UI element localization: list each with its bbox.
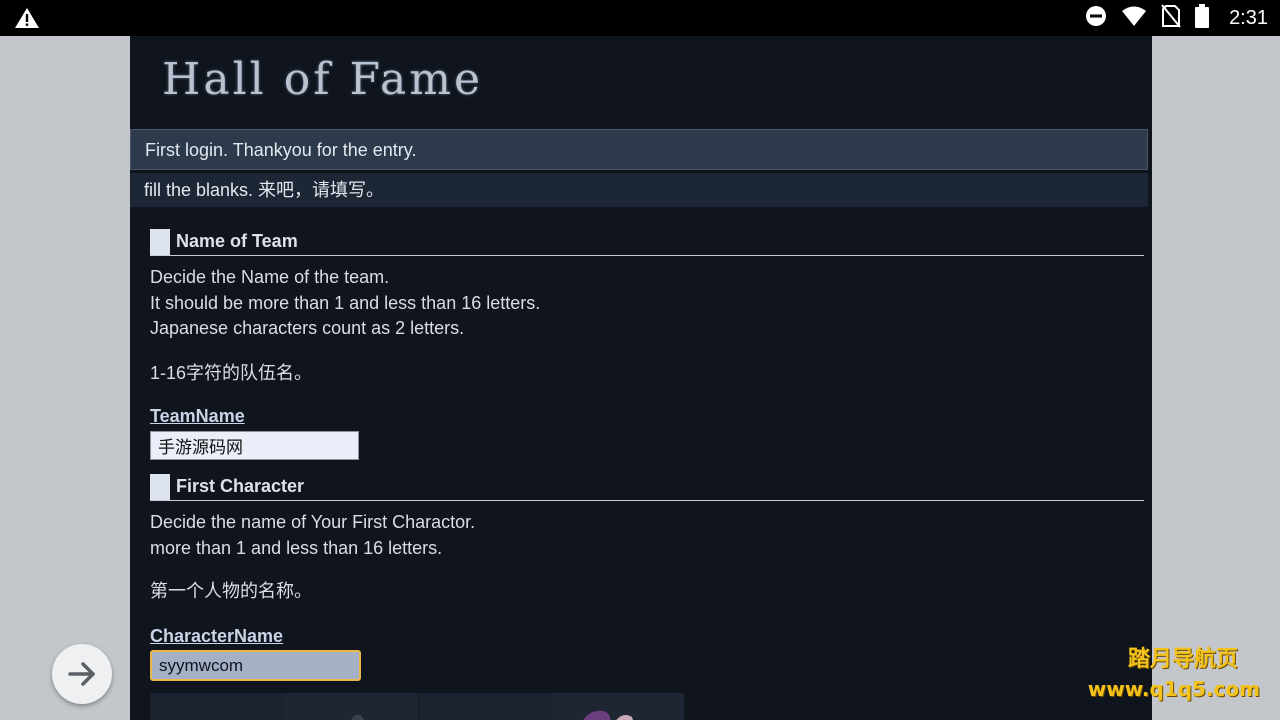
team-note-cn: 1-16字符的队伍名。 (150, 363, 313, 383)
fill-blanks-message: fill the blanks. 来吧，请填写。 (130, 173, 1148, 207)
portrait-tile[interactable] (552, 693, 684, 720)
hall-of-fame-logo: Hall of Fame (162, 54, 484, 105)
team-instruction-line: Decide the Name of the team. (150, 267, 390, 287)
no-sim-icon (1161, 4, 1181, 32)
portrait-tile[interactable] (150, 693, 285, 720)
character-instruction-line: Decide the name of Your First Charactor. (150, 512, 476, 532)
team-section-header: Name of Team (150, 229, 1144, 256)
status-bar: 2:31 (0, 0, 1280, 36)
battery-icon (1195, 4, 1210, 32)
section-marker (150, 474, 170, 500)
section-marker (150, 229, 170, 255)
portrait-tile[interactable] (284, 693, 419, 720)
character-portrait-strip[interactable] (150, 693, 684, 720)
warning-icon (14, 7, 40, 29)
login-message-banner: First login. Thankyou for the entry. (130, 129, 1148, 170)
team-name-label: TeamName (150, 406, 245, 426)
game-page[interactable]: Hall of Fame First login. Thankyou for t… (130, 36, 1152, 720)
watermark-url: www.q1q5.com (1087, 677, 1260, 701)
next-arrow-button[interactable] (52, 644, 112, 704)
team-instruction-line: Japanese characters count as 2 letters. (150, 318, 465, 338)
right-margin (1152, 36, 1280, 720)
team-section-title: Name of Team (176, 231, 298, 251)
do-not-disturb-icon (1085, 5, 1107, 31)
character-instructions: Decide the name of Your First Charactor.… (150, 510, 475, 561)
character-section-header: First Character (150, 474, 1144, 501)
team-instructions: Decide the Name of the team. It should b… (150, 265, 540, 342)
wifi-icon (1121, 5, 1147, 31)
team-name-input[interactable] (150, 431, 359, 460)
portrait-tile[interactable] (418, 693, 553, 720)
character-section-title: First Character (176, 476, 305, 496)
character-instruction-line: more than 1 and less than 16 letters. (150, 537, 443, 558)
character-name-input[interactable] (150, 650, 361, 681)
character-note-cn: 第一个人物的名称。 (150, 581, 312, 601)
arrow-right-icon (68, 662, 95, 686)
site-watermark: 踏月导航页 www.q1q5.com (1088, 646, 1260, 704)
character-name-label: CharacterName (150, 626, 284, 646)
left-margin (0, 36, 130, 720)
clock-time: 2:31 (1229, 6, 1268, 29)
team-instruction-line: It should be more than 1 and less than 1… (150, 292, 541, 313)
watermark-title: 踏月导航页 (1127, 647, 1238, 672)
